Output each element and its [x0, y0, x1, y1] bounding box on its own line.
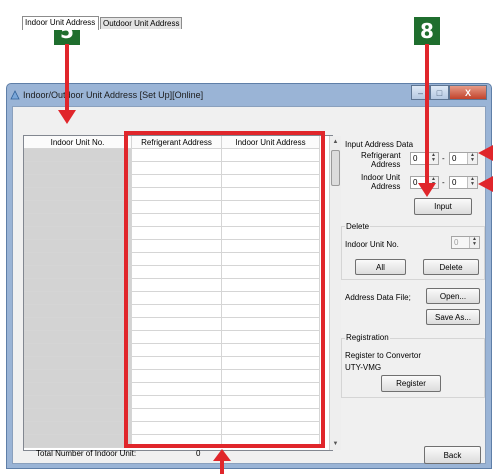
table-cell[interactable] [24, 383, 132, 396]
table-cell[interactable] [24, 162, 132, 175]
table-cell[interactable] [24, 227, 132, 240]
table-cell[interactable] [24, 175, 132, 188]
address-data-file-label: Address Data File; [345, 293, 411, 302]
delete-button[interactable]: Delete [423, 259, 479, 275]
table-cell[interactable] [24, 279, 132, 292]
arrow-5-head-icon [58, 110, 76, 124]
window-title: Indoor/Outdoor Unit Address [Set Up][Onl… [23, 90, 204, 100]
arrow-right-1-icon [478, 145, 493, 161]
app-icon [10, 90, 20, 100]
stepper-arrows-icon[interactable]: ▲▼ [469, 237, 479, 248]
stepper-arrows-icon[interactable]: ▲▼ [428, 153, 438, 164]
arrow-5-shaft [65, 44, 69, 116]
range-dash-2: - [442, 178, 445, 187]
table-cell[interactable] [24, 201, 132, 214]
indoor-unit-address-label-line1: Indoor Unit [361, 173, 401, 182]
stepper-arrows-icon[interactable]: ▲▼ [467, 177, 477, 188]
table-cell[interactable] [24, 266, 132, 279]
register-to-convertor-label: Register to Convertor [345, 351, 422, 360]
stepper-arrows-icon[interactable]: ▲▼ [467, 153, 477, 164]
table-cell[interactable] [24, 435, 132, 448]
table-cell[interactable] [24, 357, 132, 370]
total-indoor-units-label: Total Number of Indoor Unit: [36, 449, 137, 458]
back-button[interactable]: Back [424, 446, 481, 464]
table-cell[interactable] [24, 214, 132, 227]
arrow-8-head-icon [418, 183, 436, 197]
callout-8: 8 [414, 17, 440, 45]
table-cell[interactable] [24, 331, 132, 344]
column-header-indoor-unit-no[interactable]: Indoor Unit No. [24, 136, 132, 149]
register-button[interactable]: Register [381, 375, 441, 392]
table-cell[interactable] [24, 422, 132, 435]
minimize-icon: – [417, 87, 423, 98]
table-cell[interactable] [24, 149, 132, 162]
delete-indoor-unit-label: Indoor Unit No. [345, 240, 399, 249]
indoor-unit-address-label-line2: Address [371, 182, 401, 191]
table-cell[interactable] [24, 253, 132, 266]
arrow-right-2-icon [478, 176, 493, 192]
table-cell[interactable] [24, 396, 132, 409]
maximize-button[interactable]: □ [430, 85, 449, 100]
table-cell[interactable] [24, 188, 132, 201]
refrigerant-to-stepper[interactable]: 0 ▲ ▼ [449, 152, 478, 165]
convertor-model-label: UTY-VMG [345, 363, 382, 372]
table-cell[interactable] [24, 318, 132, 331]
table-cell[interactable] [24, 240, 132, 253]
scroll-thumb[interactable] [331, 150, 340, 186]
maximize-icon: □ [436, 87, 443, 98]
total-indoor-units-value: 0 [196, 449, 201, 458]
table-cell[interactable] [24, 292, 132, 305]
input-button[interactable]: Input [414, 198, 472, 215]
table-cell[interactable] [24, 344, 132, 357]
registration-group-label: Registration [345, 333, 390, 342]
title-bar[interactable]: Indoor/Outdoor Unit Address [Set Up][Onl… [7, 84, 491, 106]
table-cell[interactable] [24, 409, 132, 422]
delete-group-label: Delete [345, 222, 371, 231]
refrigerant-address-label-line1: Refrigerant [361, 151, 401, 160]
table-cell[interactable] [24, 370, 132, 383]
arrow-bottom-shaft [220, 460, 224, 474]
table-cell[interactable] [24, 305, 132, 318]
delete-indoor-unit-stepper[interactable]: 0 ▲ ▼ [451, 236, 480, 249]
indoor-to-stepper[interactable]: 0 ▲ ▼ [449, 176, 478, 189]
refrigerant-address-label-line2: Address [371, 160, 401, 169]
save-as-button[interactable]: Save As... [426, 309, 480, 325]
close-icon: X [464, 87, 471, 98]
close-button[interactable]: X [449, 85, 487, 100]
scroll-up-icon[interactable]: ▲ [330, 136, 341, 148]
window-controls: – □ X [411, 85, 487, 100]
scroll-down-icon[interactable]: ▼ [330, 438, 341, 450]
table-scrollbar[interactable]: ▲ ▼ [329, 136, 341, 450]
range-dash: - [442, 154, 445, 163]
delete-all-button[interactable]: All [355, 259, 406, 275]
highlight-address-columns [124, 131, 325, 448]
arrow-8-shaft [425, 44, 429, 188]
open-file-button[interactable]: Open... [426, 288, 480, 304]
tab-indoor-unit-address[interactable]: Indoor Unit Address [22, 16, 99, 30]
tab-outdoor-unit-address[interactable]: Outdoor Unit Address [100, 17, 182, 29]
arrow-bottom-head-icon [213, 449, 231, 461]
